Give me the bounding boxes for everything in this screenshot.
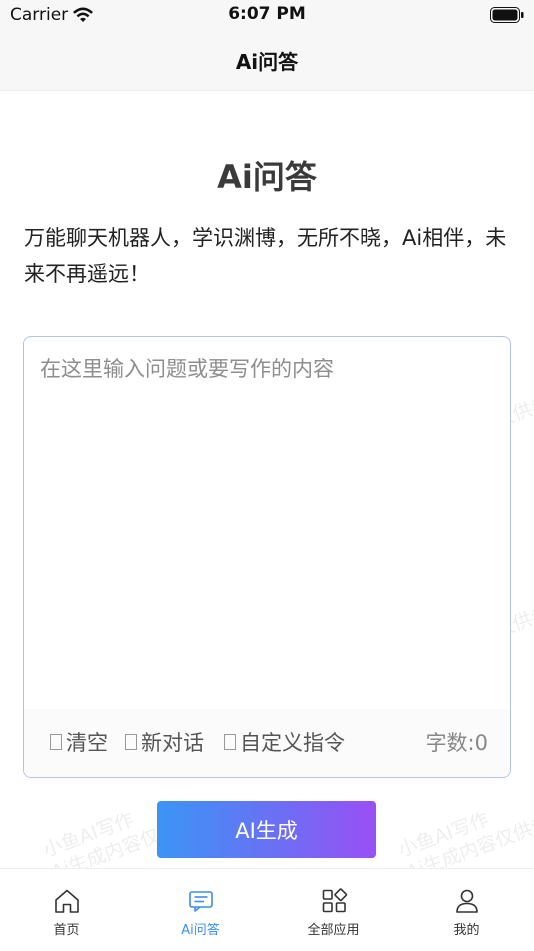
question-editor: 清空 新对话 自定义指令 字数:0 xyxy=(23,336,511,778)
clear-icon xyxy=(50,734,62,750)
tab-all-apps[interactable]: 全部应用 xyxy=(267,869,400,951)
clear-label: 清空 xyxy=(66,731,108,755)
status-time: 6:07 PM xyxy=(228,4,306,24)
apps-icon xyxy=(322,888,348,913)
custom-instruction-button[interactable]: 自定义指令 xyxy=(224,727,345,757)
status-bar: Carrier 6:07 PM xyxy=(0,0,534,32)
user-icon xyxy=(456,889,478,913)
tab-home[interactable]: 首页 xyxy=(0,869,133,951)
chat-icon xyxy=(189,891,213,912)
new-chat-label: 新对话 xyxy=(141,731,204,755)
page-title: Ai问答 xyxy=(217,158,317,196)
new-chat-button[interactable]: 新对话 xyxy=(125,727,204,757)
ai-generate-button[interactable]: AI生成 xyxy=(157,801,376,858)
new-chat-icon xyxy=(125,734,137,750)
tab-ai-qa[interactable]: Ai问答 xyxy=(134,869,267,951)
tab-mine[interactable]: 我的 xyxy=(400,869,533,951)
tab-home-label: 首页 xyxy=(53,923,80,938)
custom-instruction-icon xyxy=(224,734,236,750)
tab-mine-label: 我的 xyxy=(453,923,480,938)
nav-bar: Ai问答 xyxy=(0,32,534,91)
editor-toolbar: 清空 新对话 自定义指令 字数:0 xyxy=(24,709,510,777)
nav-title: Ai问答 xyxy=(235,50,299,74)
custom-instruction-label: 自定义指令 xyxy=(240,731,345,755)
tab-all-apps-label: 全部应用 xyxy=(307,923,360,938)
page-description: 万能聊天机器人，学识渊博，无所不晓，Ai相伴，未来不再遥远！ xyxy=(24,226,507,286)
question-input[interactable] xyxy=(24,337,510,709)
home-icon xyxy=(55,889,79,913)
word-count: 字数:0 xyxy=(425,731,488,755)
battery-icon xyxy=(490,7,524,23)
tab-ai-qa-label: Ai问答 xyxy=(181,923,220,938)
tab-bar: 首页 Ai问答 全部应用 我的 xyxy=(0,868,534,951)
clear-button[interactable]: 清空 xyxy=(50,727,108,757)
